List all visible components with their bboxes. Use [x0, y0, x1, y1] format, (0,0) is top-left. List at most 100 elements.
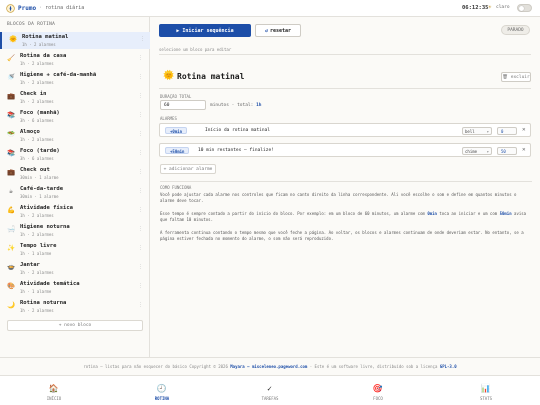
nav-rotina[interactable]: 🕘 ROTINA: [108, 376, 216, 405]
reset-label: resetar: [269, 27, 292, 34]
shower-icon: 🚿: [7, 73, 16, 81]
sidebar-block[interactable]: 🚿 Higiene + café-da-manhã 1h · 2 alarmes ⋮: [0, 70, 150, 87]
how-paragraph-2: Esse tempo é sempre contado a partir do …: [160, 211, 532, 223]
drag-handle-icon[interactable]: ⋮: [138, 302, 143, 308]
coffee-icon: ☕: [9, 187, 13, 195]
alarm-offset-input[interactable]: +50min: [165, 147, 190, 154]
moon-icon: 🌙: [7, 301, 16, 309]
alarm-sound-value: chime: [465, 149, 478, 154]
start-sequence-button[interactable]: ▶ Iniciar sequência: [159, 24, 251, 37]
remove-alarm-icon[interactable]: ✕: [522, 126, 526, 133]
sidebar-block[interactable]: 💪 Atividade física 1h · 2 alarmes ⋮: [0, 203, 150, 220]
drag-handle-icon[interactable]: ⋮: [138, 207, 143, 213]
nav-início[interactable]: 🏠 INÍCIO: [0, 376, 108, 405]
sidebar-block[interactable]: 📚 Foco (manhã) 3h · 6 alarmes ⋮: [0, 108, 150, 125]
sidebar-block[interactable]: 🌙 Rotina noturna 1h · 2 alarmes ⋮: [0, 298, 150, 315]
how-paragraph-3: A ferramenta continua contando o tempo m…: [160, 230, 524, 241]
broom-icon: 🧹: [7, 54, 16, 62]
drag-handle-icon[interactable]: ⋮: [138, 226, 143, 232]
alarm-sound-value: bell: [465, 129, 475, 134]
duration-input[interactable]: 60: [160, 100, 206, 110]
author-link[interactable]: Mayara — misceleneo.pageword.com: [230, 364, 307, 369]
duration-unit-text: minutos · total:: [210, 103, 254, 108]
sparkle-icon: ✨: [7, 244, 16, 252]
footer-text: rotina — listas para não esquecer do bás…: [83, 364, 231, 369]
alarm-sound-select[interactable]: chime ▾: [462, 147, 492, 155]
keyword-50min: 50min: [499, 211, 512, 216]
editor-title: Rotina matinal: [177, 72, 245, 81]
toggle-knob: [519, 6, 524, 11]
block-meta: 1h · 1 alarme: [20, 251, 52, 256]
remove-alarm-icon[interactable]: ✕: [522, 146, 526, 153]
chevron-down-icon: ▾: [486, 149, 489, 154]
block-meta: 1h · 2 alarmes: [20, 270, 54, 275]
drag-handle-icon[interactable]: ⋮: [138, 55, 143, 61]
target-icon: 🎯: [372, 384, 383, 393]
drag-handle-icon[interactable]: ⋮: [138, 169, 143, 175]
sidebar-block[interactable]: 🧹 Rotina da casa 1h · 2 alarmes ⋮: [0, 51, 150, 68]
theme-label: claro: [496, 5, 510, 10]
footer-text: · Este é um software livre, distribuído …: [307, 364, 440, 369]
sidebar-block[interactable]: 💼 Check out 30min · 1 alarme ⋮: [0, 165, 150, 182]
brand-separator: ·: [39, 5, 43, 11]
sidebar-block[interactable]: 💼 Check in 1h · 2 alarmes ⋮: [0, 89, 150, 106]
block-meta: 30min · 1 alarme: [20, 194, 59, 199]
block-name: Atividade física: [20, 205, 73, 211]
sidebar-block[interactable]: 🛁 Higiene noturna 1h · 2 alarmes ⋮: [0, 222, 150, 239]
books-icon: 📚: [7, 111, 16, 119]
how-it-works: COMO FUNCIONA Você pode ajustar cada ala…: [160, 181, 532, 249]
bowl-icon: 🥗: [7, 130, 16, 138]
home-icon: 🏠: [48, 384, 59, 393]
how-title: COMO FUNCIONA: [160, 185, 192, 190]
main-panel: ▶ Iniciar sequência ↺ resetar PARADO sel…: [151, 17, 540, 357]
trash-icon: 🗑: [502, 75, 509, 80]
nav-foco[interactable]: 🎯 FOCO: [324, 376, 432, 405]
drag-handle-icon[interactable]: ⋮: [138, 283, 143, 289]
palette-icon: 🎨: [7, 282, 16, 290]
sidebar-block[interactable]: ✨ Tempo livre 1h · 1 alarme ⋮: [0, 241, 150, 258]
sidebar-block[interactable]: 🍲 Jantar 1h · 2 alarmes ⋮: [0, 260, 150, 277]
nav-tarefas[interactable]: ✓ TAREFAS: [216, 376, 324, 405]
alarm-message-input[interactable]: 10 min restantes — finalize!: [198, 148, 274, 153]
sidebar-block[interactable]: ☕ Café-da-tarde 30min · 1 alarme ⋮: [0, 184, 150, 201]
license-link[interactable]: GPL-3.0: [440, 364, 457, 369]
alarm-offset-input[interactable]: +0min: [165, 127, 188, 134]
app-subtitle: rotina diária: [45, 5, 85, 11]
block-meta: 1h · 2 alarmes: [20, 137, 54, 142]
block-meta: 1h · 2 alarmes: [20, 99, 54, 104]
alarm-sound-select[interactable]: bell ▾: [462, 127, 492, 135]
sidebar-block[interactable]: 🎨 Atividade temática 1h · 1 alarme ⋮: [0, 279, 150, 296]
reset-button[interactable]: ↺ resetar: [255, 24, 301, 37]
drag-handle-icon[interactable]: ⋮: [140, 36, 145, 42]
add-alarm-button[interactable]: + adicionar alarme: [160, 164, 216, 174]
block-meta: 1h · 2 alarmes: [20, 61, 54, 66]
how-paragraph-1: Você pode ajustar cada alarme nos contro…: [160, 192, 517, 203]
block-name: Rotina da casa: [20, 53, 67, 59]
alarm-volume-input[interactable]: 50: [497, 147, 517, 155]
sidebar-block[interactable]: 📚 Foco (tarde) 3h · 6 alarmes ⋮: [0, 146, 150, 163]
drag-handle-icon[interactable]: ⋮: [138, 93, 143, 99]
alarm-message-input[interactable]: Início da rotina matinal: [205, 128, 270, 133]
sunrise-icon: 🌞: [163, 71, 175, 81]
theme-toggle[interactable]: [517, 4, 532, 12]
nav-stats[interactable]: 📊 STATS: [432, 376, 540, 405]
block-meta: 1h · 1 alarme: [20, 289, 52, 294]
drag-handle-icon[interactable]: ⋮: [138, 150, 143, 156]
drag-handle-icon[interactable]: ⋮: [138, 245, 143, 251]
drag-handle-icon[interactable]: ⋮: [138, 188, 143, 194]
how-text: Esse tempo é sempre contado a partir do …: [160, 211, 428, 216]
drag-handle-icon[interactable]: ⋮: [138, 74, 143, 80]
delete-block-button[interactable]: 🗑 excluir: [501, 72, 531, 82]
sidebar-block[interactable]: 🥗 Almoço 1h · 2 alarmes ⋮: [0, 127, 150, 144]
alarm-volume-input[interactable]: 0: [497, 127, 517, 135]
nav-label: STATS: [479, 396, 493, 401]
drag-handle-icon[interactable]: ⋮: [138, 131, 143, 137]
status-badge: PARADO: [501, 25, 530, 35]
drag-handle-icon[interactable]: ⋮: [138, 112, 143, 118]
drag-handle-icon[interactable]: ⋮: [138, 264, 143, 270]
add-block-button[interactable]: + novo bloco: [7, 320, 143, 331]
play-icon: ▶: [176, 27, 180, 34]
block-name: Foco (tarde): [20, 148, 60, 154]
sidebar-block[interactable]: 🌞 Rotina matinal 1h · 2 alarmes ⋮: [0, 32, 150, 49]
duration-total: 1h: [256, 103, 262, 108]
